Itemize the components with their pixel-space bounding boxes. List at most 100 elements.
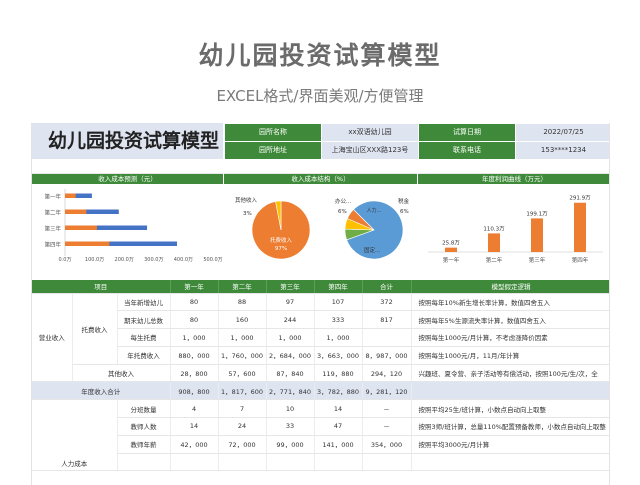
cell-total[interactable]: － bbox=[362, 399, 412, 419]
cell-item[interactable]: 教师年薪 bbox=[117, 435, 171, 454]
field-value-address[interactable]: 上海宝山区XXX路123号 bbox=[322, 142, 418, 159]
cell-y3[interactable]: 1，000 bbox=[266, 328, 315, 347]
table-header-row: 项目 第一年 第二年 第三年 第四年 合计 模型假定逻辑 bbox=[32, 280, 609, 294]
field-value-kindergarten-name[interactable]: xx双语幼儿园 bbox=[322, 124, 418, 141]
cell-logic[interactable]: 按照3师/班计算，总量110%配置预备教师，小数点自动向上取整 bbox=[411, 417, 609, 436]
cell-y2[interactable]: 88 bbox=[218, 293, 267, 312]
cell-y3[interactable]: 99，000 bbox=[266, 435, 315, 454]
cell-y2[interactable] bbox=[218, 453, 267, 472]
cell-y4[interactable]: 333 bbox=[314, 310, 363, 330]
cell-total[interactable] bbox=[362, 328, 412, 347]
cell-total[interactable]: － bbox=[362, 417, 412, 436]
cell-item[interactable]: 期末幼儿总数 bbox=[117, 310, 171, 330]
cell-y1[interactable] bbox=[170, 453, 219, 472]
x-tick-label: 100.0万 bbox=[85, 257, 104, 263]
field-value-calc-date[interactable]: 2022/07/25 bbox=[516, 124, 609, 141]
cell-y2[interactable]: 160 bbox=[218, 310, 267, 330]
annual-profit-chart: 年度利润曲线（万元） 25.8万 第一年 110.3万 第二年 199.1万 第三年 291… bbox=[418, 173, 609, 273]
bar-cost bbox=[65, 241, 110, 246]
cell-y4[interactable]: 141，000 bbox=[314, 435, 363, 454]
cell-y4[interactable]: 47 bbox=[314, 417, 363, 436]
cell-y1[interactable]: 880，000 bbox=[170, 346, 219, 365]
cell-y3[interactable] bbox=[266, 453, 315, 472]
cell-logic[interactable] bbox=[411, 381, 609, 401]
field-value-phone[interactable]: 153****1234 bbox=[516, 142, 609, 159]
cell-y2[interactable]: 7 bbox=[218, 399, 267, 419]
cell-y2[interactable]: 57，600 bbox=[218, 364, 267, 383]
cell-y1[interactable]: 1，000 bbox=[170, 328, 219, 347]
table-row: 营业收入 托费收入 当年新增幼儿 80 88 97 107 372 按照每年10… bbox=[32, 293, 609, 383]
y-tick-label: 第一年 bbox=[44, 193, 61, 201]
cell-y2[interactable]: 24 bbox=[218, 417, 267, 436]
cell-y1[interactable]: 4 bbox=[170, 399, 219, 419]
cell-y3[interactable]: 97 bbox=[266, 293, 315, 312]
cell-y3[interactable]: 10 bbox=[266, 399, 315, 419]
cell-y2[interactable]: 1，817，600 bbox=[218, 381, 267, 401]
cell-y3[interactable]: 2，771，840 bbox=[266, 381, 315, 401]
cell-y4[interactable]: 14 bbox=[314, 399, 363, 419]
spreadsheet: 幼儿园投资试算模型 园所名称 xx双语幼儿园 试算日期 2022/07/25 园… bbox=[31, 123, 610, 485]
cell-y4[interactable]: 119，880 bbox=[314, 364, 363, 383]
cell-item[interactable]: 每生托费 bbox=[117, 328, 171, 347]
cell-logic[interactable]: 兴趣班、夏令营、亲子活动等有偿活动，按照100元/生/次，全 bbox=[411, 364, 609, 383]
cell-y3[interactable]: 2，684，000 bbox=[266, 346, 315, 365]
pie-pct-other: 3% bbox=[243, 211, 252, 217]
cell-y1[interactable]: 80 bbox=[170, 293, 219, 312]
cell-total[interactable]: 372 bbox=[362, 293, 412, 312]
cell-y4[interactable]: 1，000 bbox=[314, 328, 363, 347]
page-subtitle: EXCEL格式/界面美观/方便管理 bbox=[216, 87, 424, 105]
cell-logic[interactable]: 按照平均25生/班计算，小数点自动向上取整 bbox=[411, 399, 609, 419]
table-row: 人力成本 分班数量 4 7 10 14 － 按照平均25生/班计算，小数点自动向… bbox=[32, 399, 609, 472]
pie-label-office: 办公... bbox=[335, 197, 351, 205]
cell-total[interactable]: 8，987，000 bbox=[362, 346, 412, 365]
cell-y2[interactable]: 1，760，000 bbox=[218, 346, 267, 365]
cell-y1[interactable]: 42，000 bbox=[170, 435, 219, 454]
pie-label-hr: 人力... bbox=[367, 207, 382, 214]
pie-label-tuition: 托费收入 bbox=[270, 236, 293, 244]
cell-logic[interactable]: 按照每年5%生源流失率计算，数值四舍五入 bbox=[411, 310, 609, 330]
cell-item[interactable]: 当年新增幼儿 bbox=[117, 293, 171, 312]
cell-item[interactable]: 其他收入 bbox=[72, 364, 171, 383]
cell-y2[interactable]: 1，000 bbox=[218, 328, 267, 347]
cell-item[interactable] bbox=[117, 453, 171, 472]
profit-chart-canvas: 25.8万第一年 110.3万第二年 199.1万第三年 291.9万第四年 bbox=[428, 195, 603, 264]
cell-y2[interactable]: 72，000 bbox=[218, 435, 267, 454]
cell-y3[interactable]: 33 bbox=[266, 417, 315, 436]
group-operating-income: 营业收入 bbox=[32, 293, 73, 383]
cell-logic[interactable]: 按照每生1000元/月计算，不考虑涨降价因素 bbox=[411, 328, 609, 347]
cell-y1[interactable]: 14 bbox=[170, 417, 219, 436]
cell-logic[interactable] bbox=[411, 453, 609, 472]
cell-y4[interactable] bbox=[314, 453, 363, 472]
col-header-year4: 第四年 bbox=[314, 280, 363, 294]
income-cost-structure-chart: 收入成本结构（%） 托费收入 97% 其他收入 3% 固定... 办公... 6% 人力...… bbox=[224, 173, 417, 273]
cell-total[interactable] bbox=[362, 453, 412, 472]
cell-logic[interactable]: 按照每年10%新生增长率计算，数值四舍五入 bbox=[411, 293, 609, 312]
data-label: 25.8万 bbox=[442, 240, 460, 247]
table-row: 其他收入 28，800 57，600 87，840 119，880 294，12… bbox=[32, 364, 609, 383]
cell-logic[interactable]: 按照每生1000元/月，11月/年计算 bbox=[411, 346, 609, 365]
cell-y1[interactable]: 28，800 bbox=[170, 364, 219, 383]
col-header-year3: 第三年 bbox=[266, 280, 315, 294]
cell-total[interactable]: 9，281，120 bbox=[362, 381, 412, 401]
data-label: 110.3万 bbox=[483, 225, 505, 232]
cell-y4[interactable]: 3，663，000 bbox=[314, 346, 363, 365]
cell-item[interactable]: 教师人数 bbox=[117, 417, 171, 436]
bar-cost bbox=[65, 193, 76, 198]
cell-y1[interactable]: 908，800 bbox=[170, 381, 219, 401]
cell-total[interactable]: 354，000 bbox=[362, 435, 412, 454]
cell-logic[interactable]: 按照平均3000元/月计算 bbox=[411, 435, 609, 454]
cell-y4[interactable]: 107 bbox=[314, 293, 363, 312]
x-tick-label: 第三年 bbox=[529, 256, 546, 264]
cell-item[interactable]: 年托费收入 bbox=[117, 346, 171, 365]
cell-total[interactable]: 294，120 bbox=[362, 364, 412, 383]
chart-title: 收入成本预测（元） bbox=[32, 174, 223, 184]
x-tick-label: 400.0万 bbox=[174, 257, 193, 263]
cell-total[interactable]: 817 bbox=[362, 310, 412, 330]
cell-y1[interactable]: 80 bbox=[170, 310, 219, 330]
cell-y4[interactable]: 3，782，880 bbox=[314, 381, 363, 401]
cell-y3[interactable]: 244 bbox=[266, 310, 315, 330]
table-row: 期末幼儿总数 80 160 244 333 817 按照每年5%生源流失率计算，… bbox=[32, 310, 609, 330]
cell-item[interactable]: 分班数量 bbox=[117, 399, 171, 419]
pie-label-other: 其他收入 bbox=[235, 196, 258, 204]
cell-y3[interactable]: 87，840 bbox=[266, 364, 315, 383]
